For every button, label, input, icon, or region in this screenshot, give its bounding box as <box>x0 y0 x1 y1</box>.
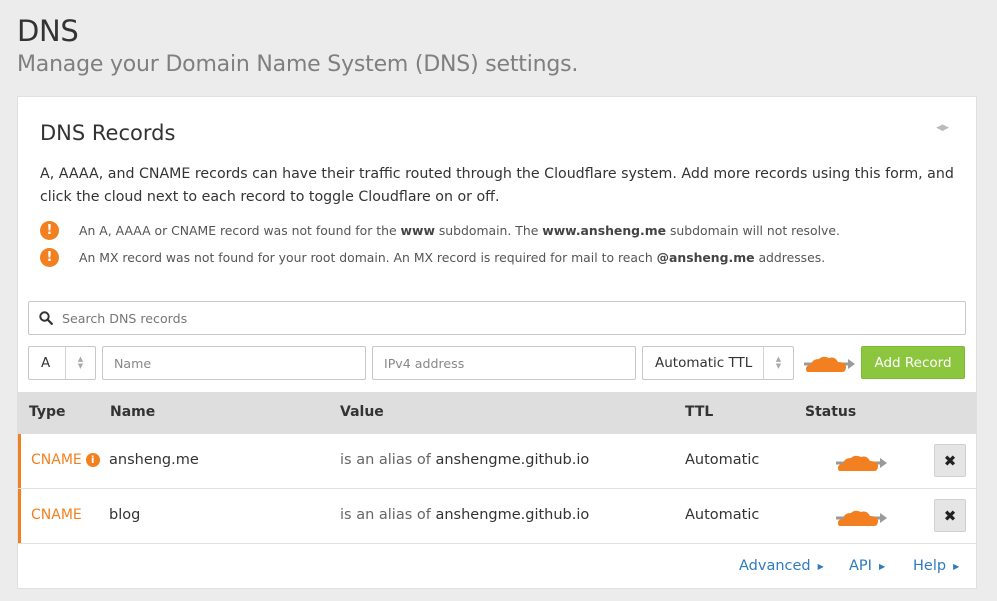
record-type: CNAME i <box>31 452 100 468</box>
warning-text: An A, AAAA or CNAME record was not found… <box>79 223 840 238</box>
record-type-value: A <box>41 355 51 371</box>
column-header-ttl: TTL <box>685 404 714 420</box>
record-value[interactable]: is an alias of anshengme.github.io <box>340 507 589 523</box>
expand-collapse-icon[interactable]: ◀▶ <box>936 123 949 133</box>
close-icon: ✖ <box>943 506 957 525</box>
caret-right-icon: ▶ <box>878 561 886 571</box>
api-link[interactable]: API ▶ <box>849 558 885 574</box>
warning-mx: ! An MX record was not found for your ro… <box>40 248 825 267</box>
column-header-name: Name <box>110 404 156 420</box>
add-record-form: A ▲▼ Automatic TTL ▲▼ Add Record <box>28 346 966 380</box>
caret-right-icon: ▶ <box>953 561 960 571</box>
column-header-type: Type <box>29 404 66 420</box>
info-icon[interactable]: i <box>85 453 100 467</box>
card-title: DNS Records <box>40 121 176 145</box>
record-name[interactable]: blog <box>109 507 140 523</box>
close-icon: ✖ <box>943 451 957 470</box>
record-ttl[interactable]: Automatic <box>685 507 759 523</box>
proxy-status-toggle[interactable] <box>834 449 888 475</box>
record-type-select[interactable]: A ▲ ▼ <box>28 346 96 380</box>
exclamation-icon: ! <box>40 221 59 240</box>
cloud-proxy-toggle[interactable] <box>802 350 856 376</box>
page-subtitle: Manage your Domain Name System (DNS) set… <box>17 52 579 77</box>
column-header-value: Value <box>340 404 384 420</box>
dns-records-card: DNS Records ◀▶ A, AAAA, and CNAME record… <box>17 96 977 589</box>
record-type: CNAME <box>31 507 82 523</box>
column-header-status: Status <box>805 404 857 420</box>
record-ttl[interactable]: Automatic <box>685 452 759 468</box>
help-link[interactable]: Help ▶ <box>913 558 959 574</box>
warning-www: ! An A, AAAA or CNAME record was not fou… <box>40 221 840 240</box>
ipv4-address-input[interactable] <box>372 346 636 380</box>
name-input[interactable] <box>102 346 366 380</box>
intro-text: A, AAAA, and CNAME records can have thei… <box>40 166 954 205</box>
search-icon <box>39 311 53 325</box>
table-row[interactable]: CNAME blog is an alias of anshengme.gith… <box>18 489 976 544</box>
orange-cloud-icon <box>804 356 855 372</box>
search-input[interactable] <box>62 310 942 326</box>
row-accent-bar <box>18 434 21 488</box>
table-row[interactable]: CNAME i ansheng.me is an alias of ansheng… <box>18 434 976 489</box>
record-name[interactable]: ansheng.me <box>109 452 199 468</box>
ttl-value: Automatic TTL <box>655 355 753 371</box>
table-header: Type Name Value TTL Status <box>18 392 976 434</box>
search-box <box>28 301 966 335</box>
stepper-arrows-icon: ▲ ▼ <box>65 347 95 379</box>
advanced-link[interactable]: Advanced ▶ <box>739 558 824 574</box>
record-value[interactable]: is an alias of anshengme.github.io <box>340 452 589 468</box>
warning-text: An MX record was not found for your root… <box>79 250 826 265</box>
add-record-button[interactable]: Add Record <box>861 346 965 379</box>
caret-right-icon: ▶ <box>817 561 824 571</box>
orange-cloud-icon <box>836 510 887 526</box>
proxy-status-toggle[interactable] <box>834 504 888 530</box>
stepper-arrows-icon: ▲ ▼ <box>763 347 793 379</box>
row-accent-bar <box>18 489 21 543</box>
delete-record-button[interactable]: ✖ <box>934 444 966 477</box>
orange-cloud-icon <box>836 455 887 471</box>
delete-record-button[interactable]: ✖ <box>934 499 966 532</box>
ttl-select[interactable]: Automatic TTL ▲ ▼ <box>642 346 794 380</box>
exclamation-icon: ! <box>40 248 59 267</box>
page-title: DNS <box>17 14 79 48</box>
